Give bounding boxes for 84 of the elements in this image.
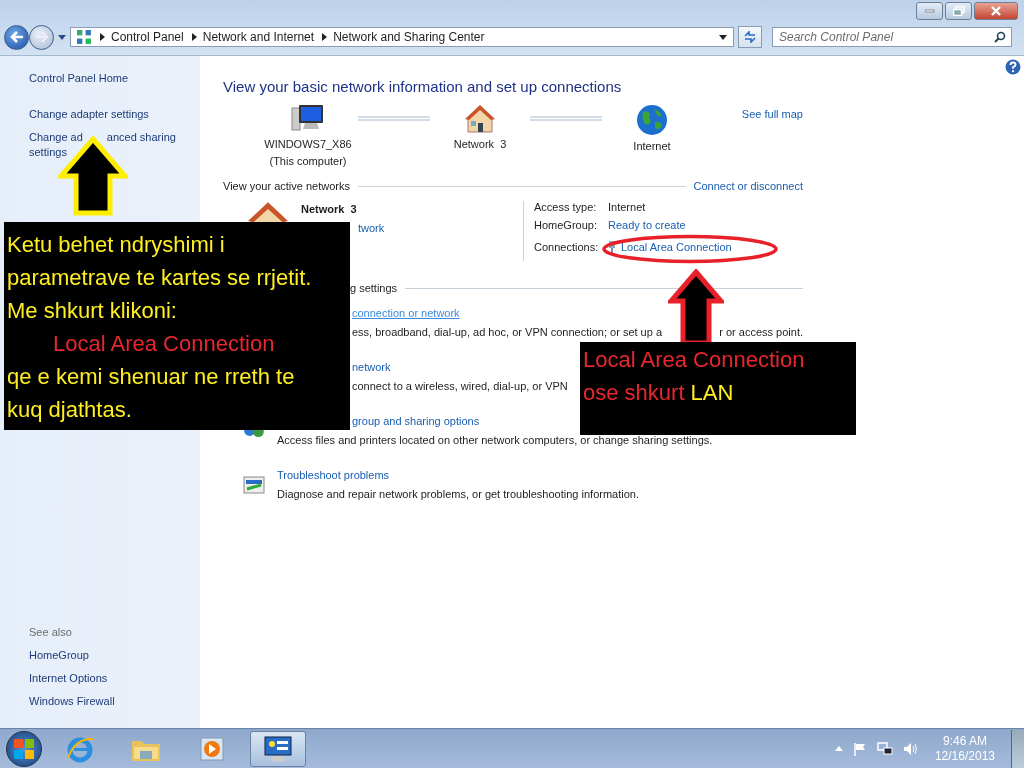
- network-name: Network 3: [301, 203, 358, 216]
- node-label: Network 3: [453, 138, 507, 151]
- callout-text: Ketu behet ndryshimi i: [7, 231, 225, 259]
- address-bar[interactable]: Control Panel Network and Internet Network and Sharing Center: [70, 27, 734, 47]
- globe-icon: [636, 104, 668, 136]
- section-label: See also: [29, 626, 72, 639]
- media-player-icon: [198, 734, 226, 763]
- task-link[interactable]: connection or network: [352, 307, 460, 320]
- task-link[interactable]: Troubleshoot problems: [277, 469, 390, 482]
- connection-line: [530, 116, 602, 121]
- detail-label: Connections:: [534, 241, 599, 254]
- breadcrumb[interactable]: Network and Internet: [202, 30, 315, 44]
- detail-value: Internet: [608, 201, 647, 214]
- caret-icon[interactable]: [58, 34, 66, 40]
- sidebar-link[interactable]: Change ad: [29, 131, 83, 144]
- sidebar-link[interactable]: HomeGroup: [29, 649, 89, 662]
- callout-text: ose shkurt: [583, 379, 685, 407]
- help-icon[interactable]: [1005, 59, 1021, 75]
- callout-text: Local Area Connection: [583, 346, 805, 374]
- status-link[interactable]: Ready to create: [608, 219, 732, 232]
- house-icon: [463, 104, 497, 134]
- breadcrumb[interactable]: Control Panel: [111, 30, 184, 44]
- start-icon: [13, 737, 35, 760]
- callout-text: kuq djathtas.: [7, 396, 132, 424]
- chevron-icon: [322, 33, 328, 41]
- detail-label: HomeGroup:: [534, 219, 597, 232]
- search-icon[interactable]: [994, 31, 1006, 43]
- sidebar-link[interactable]: Windows Firewall: [29, 695, 115, 708]
- task-description: r or access point.: [719, 326, 803, 339]
- sidebar-link[interactable]: Change adapter settings: [29, 108, 149, 121]
- connection-line: [358, 116, 430, 121]
- close-icon: [990, 6, 1002, 16]
- detail-label: Access type:: [534, 201, 597, 214]
- close-button[interactable]: [974, 2, 1018, 20]
- sidebar-link[interactable]: Internet Options: [29, 672, 108, 685]
- sidebar-link[interactable]: anced sharing: [106, 131, 176, 144]
- task-link[interactable]: network: [352, 361, 391, 374]
- node-label: (This computer): [269, 155, 347, 168]
- restore-button[interactable]: [945, 2, 972, 20]
- sidebar-link[interactable]: settings: [29, 146, 176, 159]
- section-title: View your active networks: [223, 180, 350, 193]
- back-button[interactable]: [4, 24, 29, 50]
- task-link[interactable]: group and sharing options: [352, 415, 480, 428]
- back-arrow-icon: [9, 31, 24, 43]
- dropdown-icon[interactable]: [719, 34, 727, 40]
- network-type-link[interactable]: twork: [358, 222, 385, 235]
- task-description: connect to a wireless, wired, dial-up, or VPN: [352, 380, 568, 393]
- show-desktop-button[interactable]: [1011, 729, 1024, 768]
- node-label: Internet: [633, 140, 671, 153]
- task-description: Access files and printers located on other network computers, or change sharing settings.: [277, 434, 713, 447]
- refresh-icon: [743, 31, 757, 43]
- chevron-icon: [191, 33, 197, 41]
- page-heading: View your basic network information and set up connections: [223, 78, 623, 96]
- clock-time: 9:46 AM: [942, 734, 987, 748]
- callout-text: Me shkurt klikoni:: [7, 297, 177, 325]
- section-title: g settings: [350, 282, 398, 295]
- node-label: WINDOWS7_X86: [264, 138, 352, 151]
- minimize-icon: [924, 9, 935, 13]
- connect-link[interactable]: Connect or disconnect: [693, 180, 803, 193]
- troubleshoot-icon: [243, 476, 265, 494]
- network-icon[interactable]: [876, 741, 893, 756]
- forward-button[interactable]: [29, 24, 54, 50]
- task-description: ess, broadband, dial-up, ad hoc, or VPN connection; or set up a: [352, 326, 663, 339]
- cable-icon: [608, 241, 616, 254]
- minimize-button[interactable]: [916, 2, 943, 20]
- refresh-button[interactable]: [738, 26, 762, 48]
- control-panel-icon: [263, 734, 293, 763]
- start-button[interactable]: [6, 730, 42, 767]
- breadcrumb[interactable]: Network and Sharing Center: [333, 30, 485, 44]
- chevron-icon: [100, 33, 105, 41]
- clock-date: 12/16/2013: [934, 749, 995, 763]
- restore-icon: [952, 6, 965, 16]
- callout-text: parametrave te kartes se rrjetit.: [7, 264, 312, 292]
- callout-text: LAN: [690, 379, 734, 407]
- search-field[interactable]: Search Control Panel: [772, 27, 1012, 47]
- sidebar-link[interactable]: Control Panel Home: [29, 72, 129, 85]
- callout-text: qe e kemi shenuar ne rreth te: [7, 363, 295, 391]
- see-full-map-link[interactable]: See full map: [741, 108, 803, 121]
- taskbar-button[interactable]: [250, 730, 306, 767]
- computer-icon: [291, 104, 325, 134]
- task-description: Diagnose and repair network problems, or get troubleshooting information.: [277, 488, 639, 501]
- forward-arrow-icon: [34, 31, 49, 43]
- control-panel-icon: [77, 29, 92, 45]
- callout-text: Local Area Connection: [53, 330, 275, 358]
